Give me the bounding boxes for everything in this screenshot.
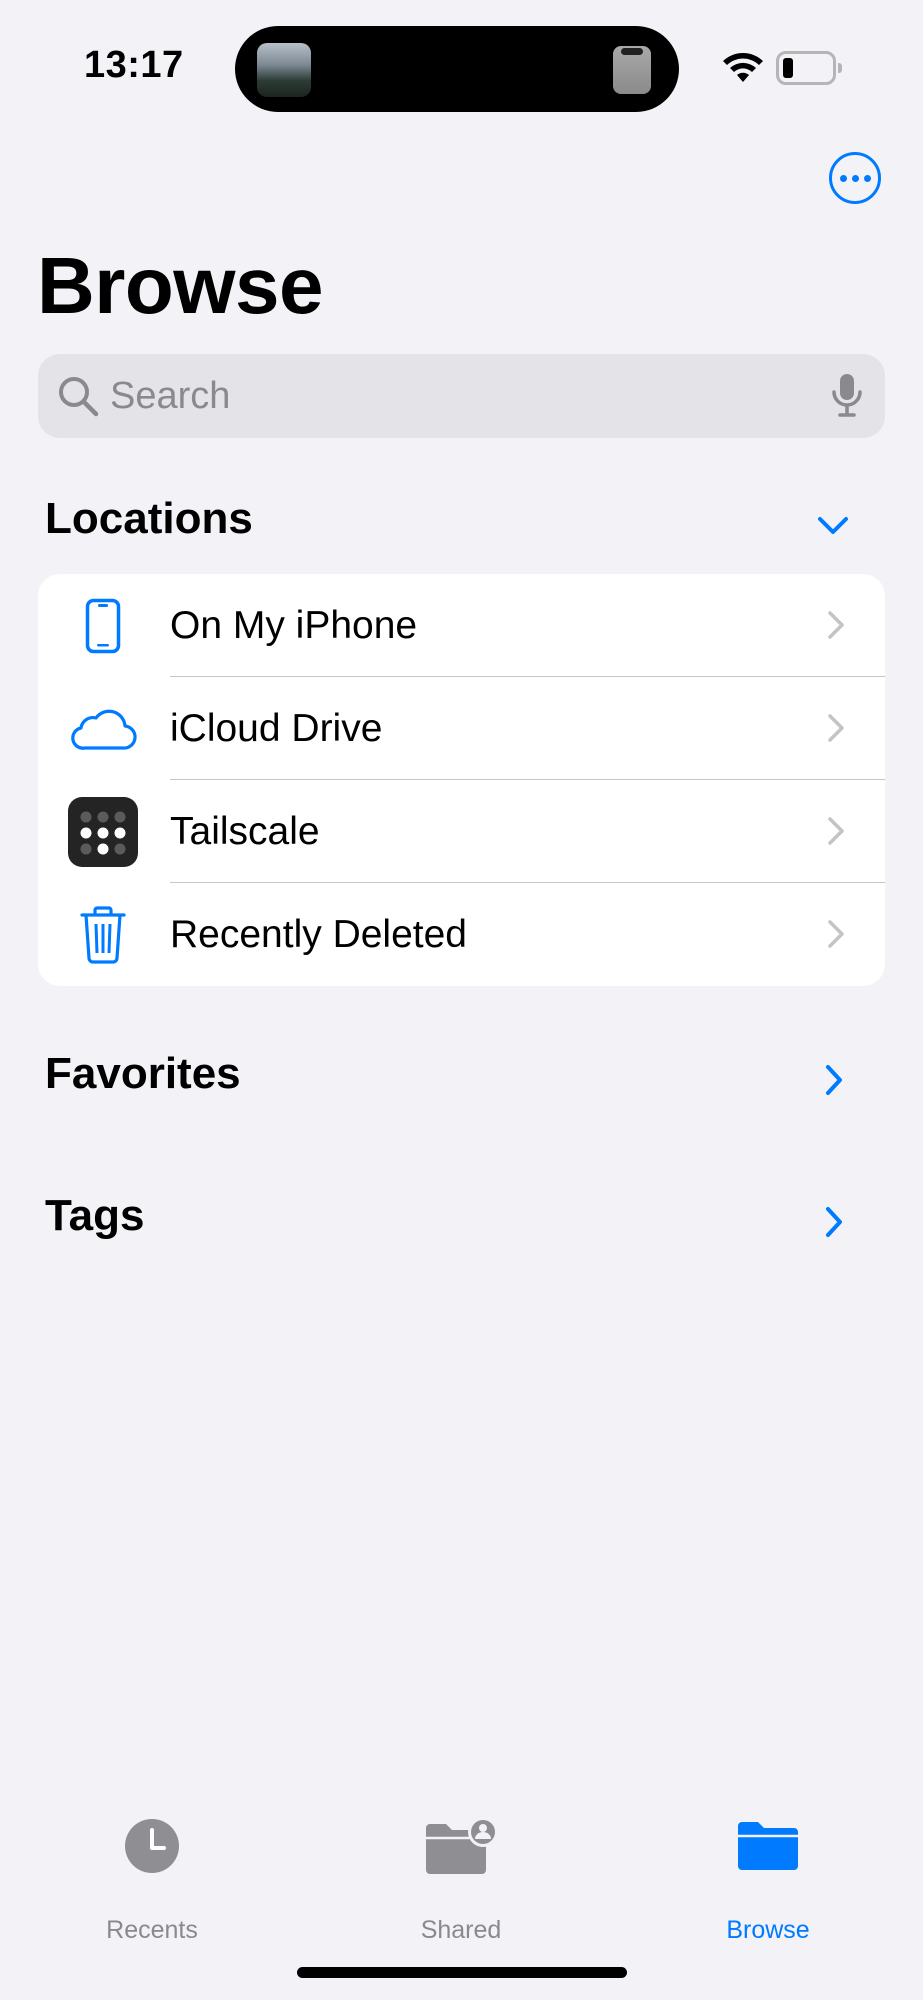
chevron-right-icon	[828, 611, 844, 639]
chevron-right-icon[interactable]	[824, 1063, 844, 1097]
dynamic-island[interactable]	[235, 26, 679, 112]
status-bar: 13:17	[0, 0, 923, 130]
location-label: On My iPhone	[170, 604, 418, 647]
search-input[interactable]	[110, 354, 790, 438]
location-label: iCloud Drive	[170, 707, 383, 750]
tags-section-title[interactable]: Tags	[45, 1191, 144, 1241]
battery-icon	[776, 51, 842, 85]
locations-section-title: Locations	[45, 494, 253, 543]
home-indicator[interactable]	[297, 1967, 627, 1978]
trash-icon	[68, 901, 138, 969]
location-tailscale[interactable]: Tailscale	[38, 780, 885, 883]
ellipsis-dot	[851, 174, 859, 182]
chevron-right-icon	[828, 817, 844, 845]
tab-browse[interactable]: Browse	[668, 1818, 868, 1944]
clock-icon	[125, 1819, 179, 1873]
location-label: Recently Deleted	[170, 913, 467, 956]
iphone-icon	[68, 592, 138, 660]
tab-label: Shared	[420, 1916, 502, 1944]
folder-icon	[738, 1822, 798, 1870]
status-time: 13:17	[84, 44, 184, 86]
chevron-right-icon[interactable]	[824, 1205, 844, 1239]
wifi-icon	[723, 53, 763, 82]
location-on-my-iphone[interactable]: On My iPhone	[38, 574, 885, 677]
favorites-section-title[interactable]: Favorites	[45, 1049, 241, 1099]
homepod-icon	[613, 46, 651, 94]
tab-label: Browse	[726, 1916, 810, 1944]
location-icloud-drive[interactable]: iCloud Drive	[38, 677, 885, 780]
locations-list: On My iPhone iCloud Drive Tailscale Rece…	[38, 574, 885, 986]
ellipsis-dot	[839, 174, 847, 182]
tab-shared[interactable]: Shared	[361, 1818, 561, 1944]
chevron-right-icon	[828, 714, 844, 742]
cloud-icon	[68, 695, 138, 763]
shared-folder-icon	[426, 1818, 498, 1874]
page-title: Browse	[37, 241, 323, 330]
chevron-right-icon	[828, 920, 844, 948]
tailscale-app-icon	[68, 797, 138, 867]
search-bar[interactable]	[38, 354, 885, 438]
microphone-icon[interactable]	[831, 372, 863, 420]
chevron-down-icon[interactable]	[817, 515, 849, 537]
tab-label: Recents	[106, 1916, 198, 1944]
search-icon	[59, 377, 99, 417]
tab-recents[interactable]: Recents	[52, 1818, 252, 1944]
location-recently-deleted[interactable]: Recently Deleted	[38, 883, 885, 986]
now-playing-artwork	[257, 43, 311, 97]
ellipsis-dot	[863, 174, 871, 182]
more-options-button[interactable]	[829, 152, 881, 204]
location-label: Tailscale	[170, 810, 320, 853]
